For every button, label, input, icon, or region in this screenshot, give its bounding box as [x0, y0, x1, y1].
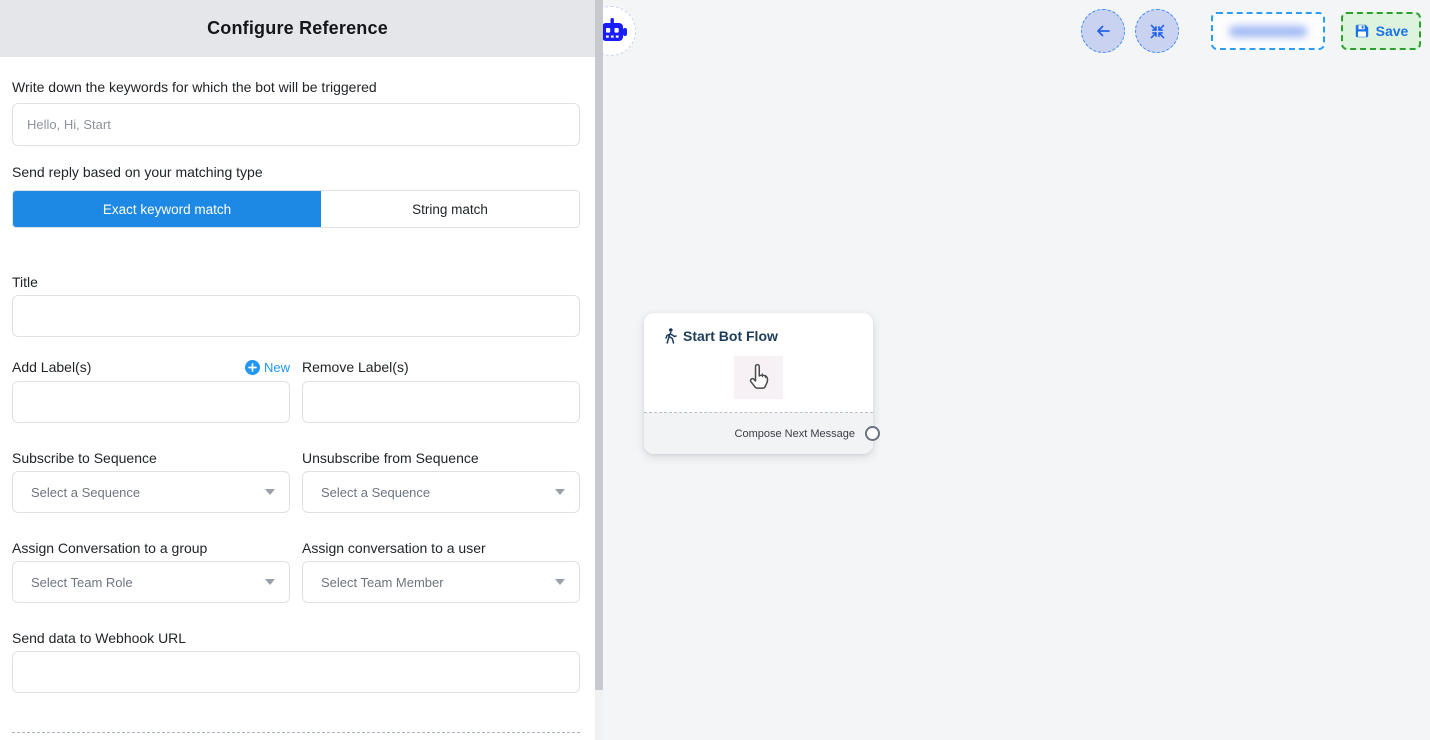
subscribe-sequence-label: Subscribe to Sequence: [12, 450, 290, 467]
back-button[interactable]: [1081, 9, 1125, 53]
chevron-down-icon: [265, 579, 275, 585]
save-button-label: Save: [1376, 23, 1409, 39]
cursor-overlay: [734, 356, 783, 399]
robot-icon: [603, 18, 628, 44]
plus-circle-icon: [245, 360, 260, 375]
configure-reference-panel: Configure Reference Write down the keywo…: [0, 0, 595, 740]
redacted-button[interactable]: [1211, 12, 1325, 50]
assign-user-value: Select Team Member: [321, 575, 444, 590]
compress-icon: [1148, 22, 1167, 41]
save-button[interactable]: Save: [1341, 12, 1421, 50]
assign-group-label: Assign Conversation to a group: [12, 540, 290, 557]
add-label-label: Add Label(s): [12, 359, 91, 376]
title-label: Title: [12, 274, 580, 291]
matching-type-label: Send reply based on your matching type: [12, 164, 580, 181]
floppy-disk-icon: [1354, 23, 1370, 39]
start-bot-flow-node[interactable]: Start Bot Flow Compose Next Message: [644, 313, 873, 454]
hand-cursor-icon: [746, 363, 772, 393]
chevron-down-icon: [555, 579, 565, 585]
panel-bottom-divider: [12, 732, 580, 733]
assign-user-select[interactable]: Select Team Member: [302, 561, 580, 603]
node-header: Start Bot Flow: [644, 313, 873, 344]
remove-labels-input[interactable]: [302, 381, 580, 423]
webhook-label: Send data to Webhook URL: [12, 630, 580, 647]
chevron-down-icon: [265, 489, 275, 495]
assign-group-select[interactable]: Select Team Role: [12, 561, 290, 603]
compose-next-message-label: Compose Next Message: [735, 428, 855, 440]
new-label-text: New: [264, 360, 290, 375]
subscribe-sequence-value: Select a Sequence: [31, 485, 140, 500]
title-input[interactable]: [12, 295, 580, 337]
webhook-input[interactable]: [12, 651, 580, 693]
canvas-toolbar: Save: [1081, 9, 1421, 53]
assign-group-value: Select Team Role: [31, 575, 133, 590]
matching-type-tabs: Exact keyword match String match: [12, 190, 580, 228]
keywords-input[interactable]: [12, 103, 580, 146]
tab-exact-keyword-match[interactable]: Exact keyword match: [13, 191, 321, 227]
new-label-button[interactable]: New: [245, 360, 290, 375]
panel-scrollbar-track[interactable]: [595, 0, 603, 740]
bot-badge: [603, 6, 636, 56]
back-arrow-icon: [1093, 21, 1113, 41]
fit-view-button[interactable]: [1135, 9, 1179, 53]
unsubscribe-sequence-select[interactable]: Select a Sequence: [302, 471, 580, 513]
unsubscribe-sequence-value: Select a Sequence: [321, 485, 430, 500]
unsubscribe-sequence-label: Unsubscribe from Sequence: [302, 450, 580, 467]
panel-body: Write down the keywords for which the bo…: [0, 79, 595, 733]
subscribe-sequence-select[interactable]: Select a Sequence: [12, 471, 290, 513]
assign-user-label: Assign conversation to a user: [302, 540, 580, 557]
flow-canvas[interactable]: Save Start Bot Flow Compose Next Message: [603, 0, 1430, 740]
panel-scrollbar-thumb[interactable]: [595, 0, 603, 690]
node-footer: Compose Next Message: [644, 413, 873, 454]
tab-string-match[interactable]: String match: [321, 191, 579, 227]
add-labels-input[interactable]: [12, 381, 290, 423]
chevron-down-icon: [555, 489, 565, 495]
remove-label-label: Remove Label(s): [302, 359, 409, 376]
panel-title: Configure Reference: [207, 18, 388, 39]
node-title: Start Bot Flow: [683, 328, 778, 344]
blurred-label: [1229, 26, 1307, 37]
panel-header: Configure Reference: [0, 0, 595, 57]
walking-person-icon: [664, 328, 677, 344]
connector-handle[interactable]: [865, 426, 880, 441]
keywords-label: Write down the keywords for which the bo…: [12, 79, 580, 96]
